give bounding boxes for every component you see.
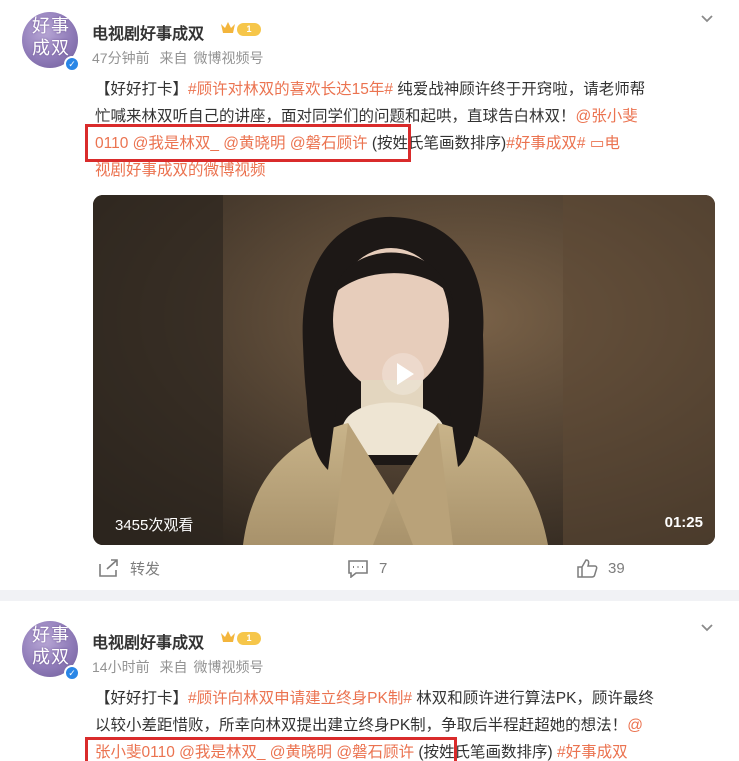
text-segment: 【好好打卡】 — [95, 690, 189, 707]
post-meta: 47分钟前 来自 微博视频号 — [92, 48, 269, 68]
text-segment: 林双和顾许进行算法PK，顾许最终 — [411, 690, 654, 707]
hashtag-link[interactable]: #好事成双 — [557, 744, 628, 761]
mention-link[interactable]: @张小斐 — [576, 108, 638, 125]
text-segment: (按姓氏笔画数排序) — [367, 135, 507, 152]
verified-icon: ✓ — [64, 665, 80, 681]
chevron-down-icon[interactable] — [699, 619, 715, 635]
text-segment: 纯爱战神顾许终于开窍啦，请老师帮 — [393, 81, 646, 98]
post-time[interactable]: 47分钟前 — [92, 50, 150, 66]
weibo-post: 好事成双 ✓ 电视剧好事成双 1 47分钟前 来自 微博视频号 【好好打卡】#顾许… — [0, 0, 739, 590]
comment-icon — [348, 560, 368, 578]
mention-link[interactable]: @ — [627, 717, 643, 734]
repost-button[interactable]: 转发 — [98, 553, 160, 583]
like-icon — [577, 559, 598, 578]
level-badge: 1 — [237, 23, 261, 36]
action-bar: 转发 7 39 — [0, 553, 739, 587]
comment-count: 7 — [379, 559, 388, 577]
video-link-icon[interactable]: ▭ — [590, 135, 605, 152]
video-link[interactable]: 电 — [604, 135, 620, 152]
post-meta: 14小时前 来自 微博视频号 — [92, 657, 269, 677]
mention-links[interactable]: 0110 @我是林双_ @黄晓明 @磐石顾许 — [95, 135, 368, 152]
text-segment: (按姓氏笔画数排序) — [414, 744, 553, 761]
comment-button[interactable]: 7 — [347, 553, 387, 583]
post-source[interactable]: 微博视频号 — [193, 50, 263, 66]
author-name[interactable]: 电视剧好事成双 — [92, 20, 204, 44]
text-segment: 【好好打卡】 — [95, 81, 189, 98]
video-link[interactable]: 视剧好事成双的微博视频 — [95, 162, 266, 179]
hashtag-link[interactable]: #顾许向林双申请建立终身PK制# — [188, 690, 412, 707]
level-badge: 1 — [237, 632, 261, 645]
post-time[interactable]: 14小时前 — [92, 659, 150, 675]
weibo-post: 好事成双 ✓ 电视剧好事成双 1 14小时前 来自 微博视频号 【好好打卡】#顾许… — [0, 601, 739, 761]
hashtag-link[interactable]: #顾许对林双的喜欢长达15年# — [188, 81, 393, 98]
verified-icon: ✓ — [64, 56, 80, 72]
source-prefix: 来自 — [159, 50, 188, 66]
like-button[interactable]: 39 — [576, 553, 625, 583]
like-count: 39 — [608, 559, 625, 577]
repost-icon — [99, 559, 118, 577]
text-segment: 以较小差距惜败，所幸向林双提出建立终身PK制，争取后半程赶超她的想法！ — [95, 717, 628, 734]
video-duration: 01:25 — [664, 514, 703, 531]
author-name[interactable]: 电视剧好事成双 — [92, 629, 204, 653]
mention-links[interactable]: 张小斐0110 @我是林双_ @黄晓明 @磐石顾许 — [95, 744, 414, 761]
hashtag-link[interactable]: #好事成双# — [506, 135, 585, 152]
post-source[interactable]: 微博视频号 — [193, 659, 263, 675]
play-icon[interactable] — [381, 352, 425, 396]
text-segment: 忙喊来林双听自己的讲座，面对同学们的问题和起哄，直球告白林双！ — [95, 108, 576, 125]
source-prefix: 来自 — [159, 659, 188, 675]
view-count: 3455次观看 — [115, 517, 194, 534]
crown-icon — [221, 22, 235, 33]
post-text: 【好好打卡】#顾许向林双申请建立终身PK制# 林双和顾许进行算法PK，顾许最终 … — [95, 685, 717, 761]
crown-icon — [221, 631, 235, 642]
post-text: 【好好打卡】#顾许对林双的喜欢长达15年# 纯爱战神顾许终于开窍啦，请老师帮 忙… — [95, 76, 717, 184]
chevron-down-icon[interactable] — [699, 10, 715, 26]
repost-label: 转发 — [130, 560, 161, 578]
